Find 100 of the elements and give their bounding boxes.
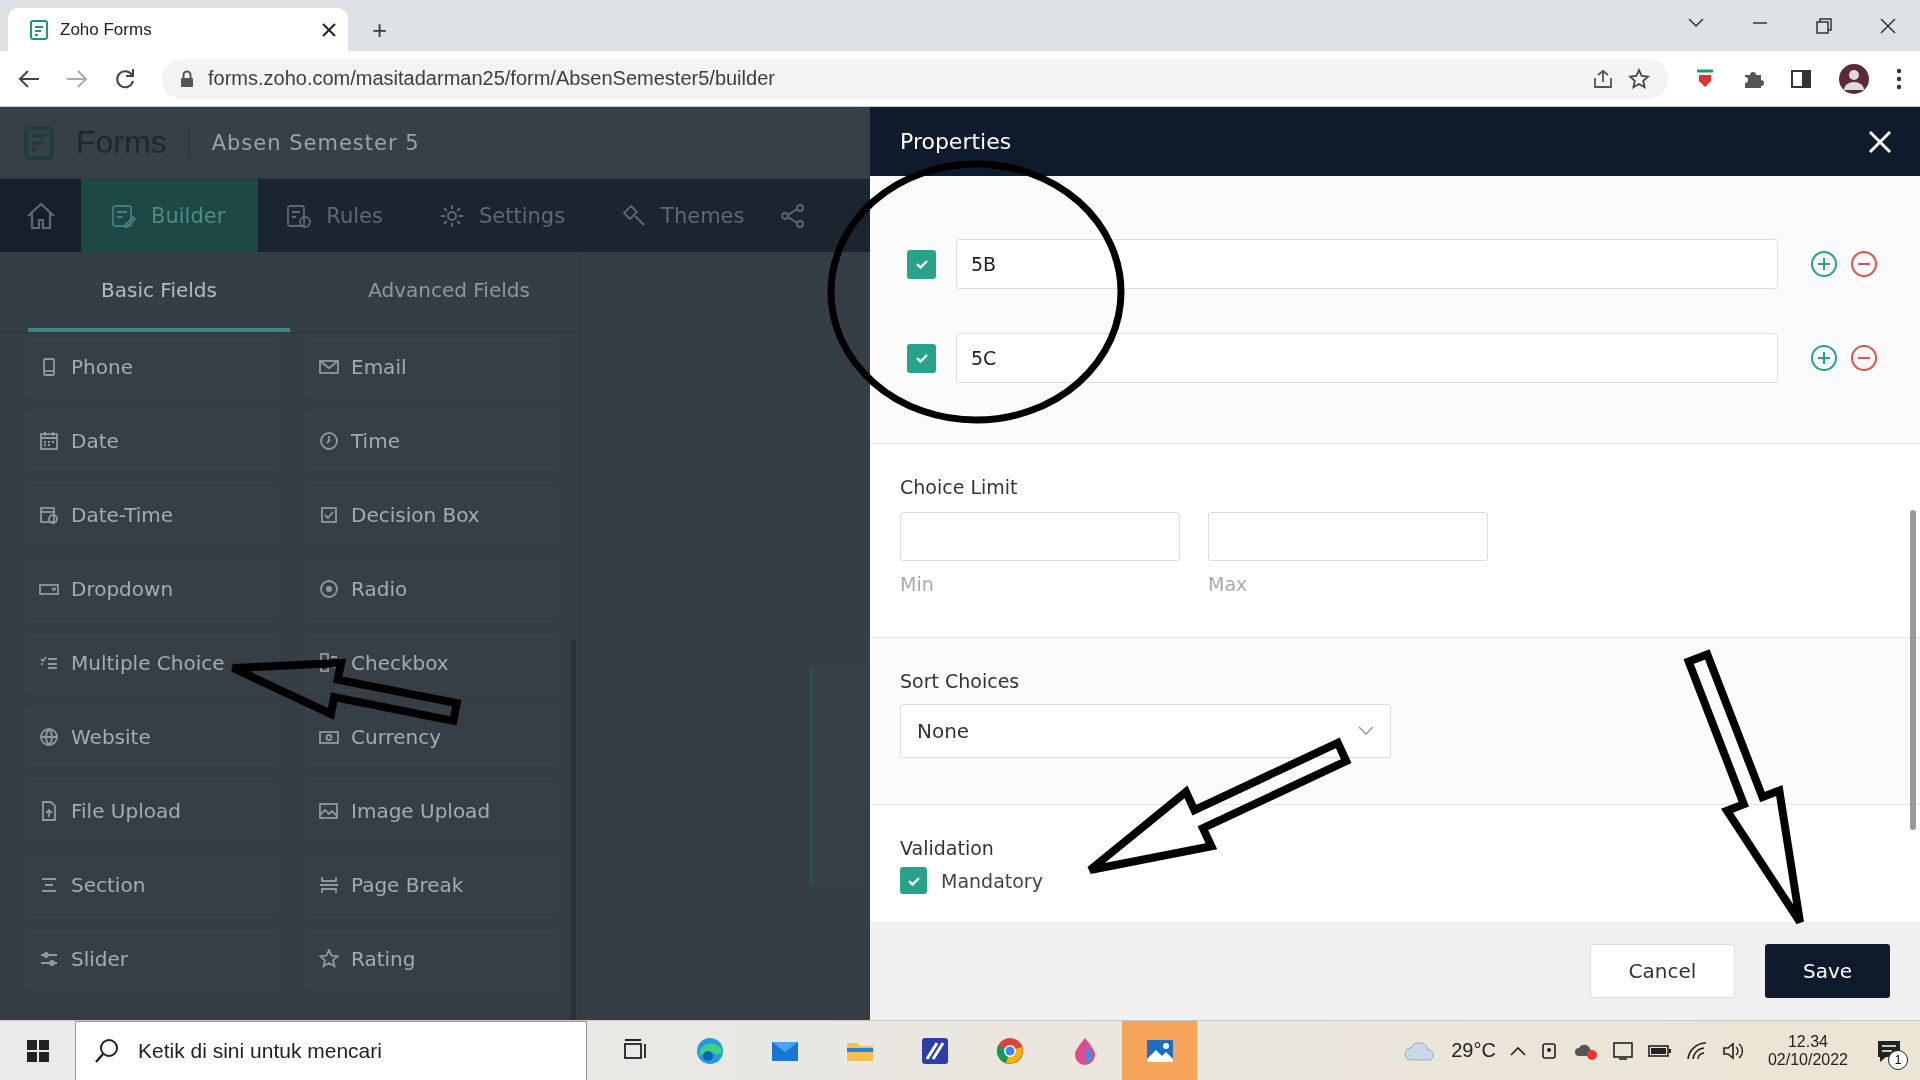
globe-icon	[39, 727, 59, 747]
nav-tab[interactable]: Themes	[593, 179, 773, 252]
form-name: Absen Semester 5	[211, 130, 420, 155]
field-label: File Upload	[71, 799, 181, 823]
chevron-down-icon[interactable]	[1688, 17, 1704, 28]
share-icon[interactable]	[1592, 68, 1614, 89]
section-icon	[39, 875, 59, 895]
clock-date: 02/10/2022	[1767, 1050, 1848, 1069]
page-break-icon	[319, 875, 339, 895]
radio-icon	[319, 579, 339, 599]
nav-tab[interactable]: Rules	[258, 179, 411, 252]
field-item[interactable]: Date-Time	[26, 487, 279, 543]
home-icon[interactable]	[0, 179, 81, 252]
field-item[interactable]: Decision Box	[306, 487, 559, 543]
field-label: Website	[71, 725, 151, 749]
scrollbar[interactable]	[1910, 510, 1916, 830]
panel-title: Properties	[900, 129, 1012, 154]
avatar-icon[interactable]	[1838, 62, 1870, 95]
scrollbar[interactable]	[571, 640, 576, 1020]
section-label: Sort Choices	[900, 670, 1021, 692]
edit-form-icon	[111, 202, 137, 229]
field-label: Phone	[71, 355, 133, 379]
slider-icon	[39, 949, 59, 969]
field-item[interactable]: Website	[26, 709, 279, 765]
chevron-down-icon	[1358, 726, 1374, 736]
field-hint: Min	[900, 573, 935, 595]
more-icon[interactable]	[1896, 67, 1902, 90]
checklist-icon	[319, 653, 339, 673]
field-hint: Max	[1208, 573, 1249, 595]
field-label: Image Upload	[351, 799, 491, 823]
close-icon[interactable]	[1880, 17, 1896, 34]
field-item[interactable]: Email	[306, 339, 559, 395]
image-icon	[319, 801, 339, 821]
sort-dropdown[interactable]: None	[900, 704, 1391, 758]
field-label: Date	[71, 429, 119, 453]
section-label: Validation	[900, 837, 995, 859]
choice-input[interactable]: 5B	[956, 239, 1778, 289]
side-panel-icon[interactable]	[1790, 68, 1812, 89]
photos-icon[interactable]	[1122, 1020, 1197, 1080]
star-icon[interactable]	[1628, 67, 1650, 90]
extension-icon[interactable]	[1694, 67, 1716, 90]
field-label: Rating	[351, 947, 416, 971]
field-tab[interactable]: Basic Fields	[28, 252, 290, 332]
chevron-up-icon[interactable]	[1509, 1045, 1526, 1056]
field-item[interactable]: Currency	[306, 709, 559, 765]
save-button[interactable]: Save	[1765, 944, 1890, 998]
wifi-icon[interactable]	[1685, 1040, 1708, 1061]
url-text: forms.zoho.com/masitadarman25/form/AbsenSemester5/builder	[208, 67, 776, 90]
forms-logo-icon	[24, 125, 54, 160]
file-upload-icon	[39, 801, 59, 821]
field-item[interactable]: Checkbox	[306, 635, 559, 691]
field-item[interactable]: Section	[26, 857, 279, 913]
field-item[interactable]: Multiple Choice	[26, 635, 279, 691]
field-item[interactable]: File Upload	[26, 783, 279, 839]
volume-icon[interactable]	[1721, 1040, 1744, 1061]
add-icon[interactable]	[1810, 344, 1838, 372]
field-item[interactable]: Date	[26, 413, 279, 469]
restore-icon[interactable]	[1816, 17, 1832, 34]
checkbox[interactable]	[907, 343, 936, 373]
field-item[interactable]: Radio	[306, 561, 559, 617]
cancel-button[interactable]: Cancel	[1590, 944, 1735, 998]
section-label: Choice Limit	[900, 476, 1019, 498]
share-icon[interactable]	[780, 202, 807, 229]
field-item[interactable]: Page Break	[306, 857, 559, 913]
new-tab-button[interactable]: +	[372, 17, 388, 43]
back-icon[interactable]	[18, 68, 40, 89]
checkbox[interactable]	[900, 867, 927, 894]
dropdown-value: None	[917, 719, 970, 743]
checkbox-icon	[319, 505, 339, 525]
nav-tab[interactable]: Settings	[410, 179, 594, 252]
notification-count: 1	[1888, 1049, 1908, 1070]
remove-icon[interactable]	[1850, 344, 1878, 372]
input-field[interactable]	[900, 512, 1180, 561]
browser-tab[interactable]: Zoho Forms	[8, 8, 348, 51]
field-label: Checkbox	[351, 651, 449, 675]
battery-icon[interactable]	[1647, 1043, 1672, 1058]
field-label: Time	[351, 429, 400, 453]
field-item[interactable]: Dropdown	[26, 561, 279, 617]
search-icon	[94, 1037, 120, 1064]
reload-icon[interactable]	[114, 67, 136, 90]
add-icon[interactable]	[1810, 250, 1838, 278]
nav-tab[interactable]: Builder	[81, 179, 259, 252]
temperature-text: 29°C	[1451, 1039, 1496, 1062]
field-tab[interactable]: Advanced Fields	[318, 252, 580, 332]
screen-icon[interactable]	[1611, 1040, 1634, 1061]
address-bar[interactable]: forms.zoho.com/masitadarman25/form/AbsenSemester5/builder	[162, 58, 1668, 99]
choice-input[interactable]: 5C	[956, 333, 1778, 383]
checkbox[interactable]	[907, 249, 936, 279]
field-item[interactable]: Phone	[26, 339, 279, 395]
field-label: Section	[71, 873, 146, 897]
field-item[interactable]: Time	[306, 413, 559, 469]
search-field[interactable]: Ketik di sini untuk mencari	[75, 1020, 587, 1080]
field-item[interactable]: Rating	[306, 931, 559, 987]
field-item[interactable]: Slider	[26, 931, 279, 987]
close-icon[interactable]	[322, 22, 336, 37]
input-field[interactable]	[1208, 512, 1488, 561]
field-label: Radio	[351, 577, 408, 601]
checkbox-label: Mandatory	[941, 869, 1043, 892]
remove-icon[interactable]	[1850, 250, 1878, 278]
field-item[interactable]: Image Upload	[306, 783, 559, 839]
